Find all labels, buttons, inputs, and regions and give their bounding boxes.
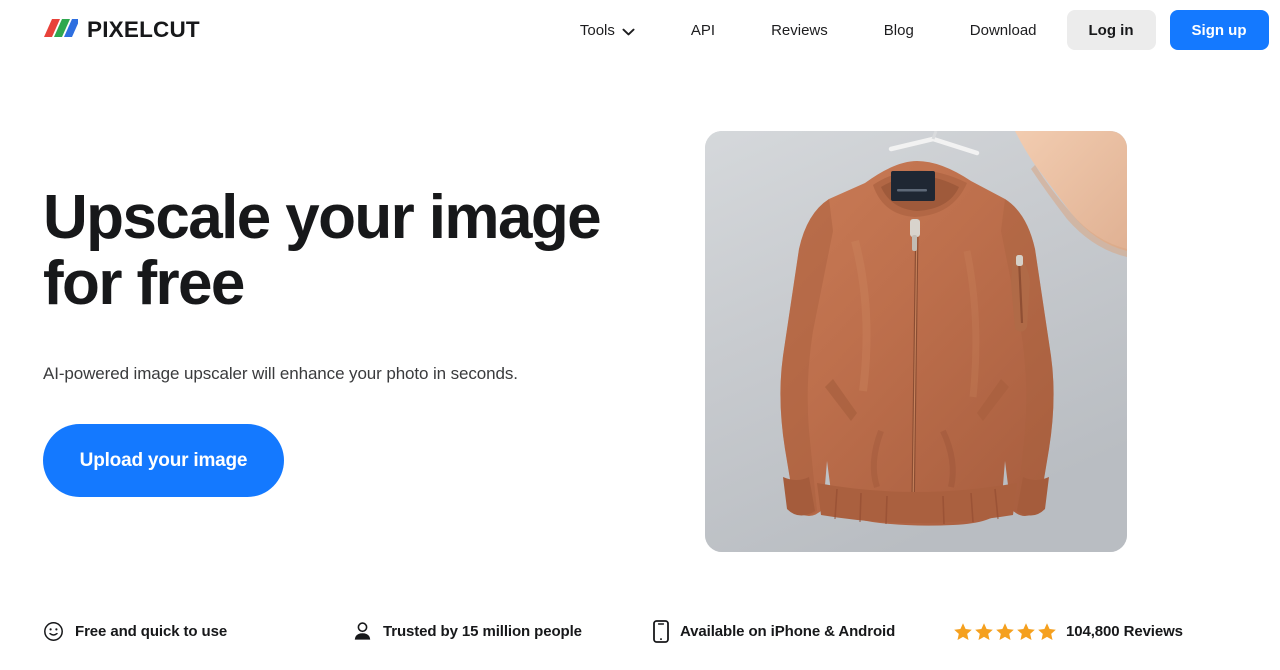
- feature-mobile-availability: Available on iPhone & Android: [653, 620, 953, 643]
- site-header: PIXELCUT Tools API Reviews Blog Download…: [0, 0, 1280, 60]
- feature-mobile-availability-label: Available on iPhone & Android: [680, 623, 896, 640]
- nav-item-blog[interactable]: Blog: [884, 14, 914, 47]
- brand-logo[interactable]: PIXELCUT: [42, 17, 200, 44]
- nav-item-reviews-label: Reviews: [771, 21, 828, 39]
- nav-item-reviews[interactable]: Reviews: [771, 14, 828, 47]
- star-icon-5: [1038, 622, 1056, 640]
- feature-free-and-quick-label: Free and quick to use: [75, 623, 228, 640]
- hero-subtitle: AI-powered image upscaler will enhance y…: [43, 364, 518, 383]
- nav-item-download[interactable]: Download: [970, 14, 1037, 47]
- signup-button[interactable]: Sign up: [1169, 10, 1269, 50]
- reviews-count-label: 104,800 Reviews: [1066, 623, 1183, 640]
- star-rating-icon: [953, 622, 1057, 642]
- feature-free-and-quick: Free and quick to use: [43, 621, 353, 642]
- hero-product-image: [705, 131, 1127, 552]
- hero-title-line-1: Upscale your image: [43, 183, 602, 252]
- star-icon-4: [1017, 622, 1035, 640]
- person-icon: [353, 621, 372, 642]
- nav-item-download-label: Download: [969, 21, 1037, 39]
- nav-item-tools[interactable]: Tools: [580, 13, 635, 48]
- brand-name: PIXELCUT: [87, 16, 200, 42]
- auth-actions: Log in Sign up: [1066, 10, 1269, 50]
- chevron-down-icon: [622, 23, 635, 40]
- pixelcut-upscaler-landing-page: PIXELCUT Tools API Reviews Blog Download…: [0, 0, 1280, 670]
- nav-item-api[interactable]: API: [691, 14, 715, 47]
- feature-trusted-users-label: Trusted by 15 million people: [383, 623, 582, 640]
- nav-item-blog-label: Blog: [883, 21, 914, 39]
- page-title: Upscale your image for free: [43, 185, 623, 317]
- star-icon-3: [996, 622, 1014, 640]
- feature-highlights-row: Free and quick to use Trusted by 15 mill…: [43, 620, 1239, 643]
- mobile-phone-icon: [653, 620, 669, 643]
- upload-image-button[interactable]: Upload your image: [43, 424, 284, 497]
- nav-item-tools-label: Tools: [579, 21, 615, 39]
- login-button[interactable]: Log in: [1066, 10, 1156, 50]
- hero-content: Upscale your image for free AI-powered i…: [43, 185, 623, 497]
- feature-trusted-users: Trusted by 15 million people: [353, 621, 653, 642]
- star-icon-2: [975, 622, 993, 640]
- nav-item-api-label: API: [690, 21, 716, 39]
- star-icon-1: [954, 622, 972, 640]
- smiley-face-icon: [43, 621, 64, 642]
- triple-slash-logo-icon: [42, 17, 80, 44]
- main-navigation: Tools API Reviews Blog Download: [580, 13, 1037, 48]
- hero-title-line-2: for free: [43, 249, 245, 318]
- feature-reviews-rating: 104,800 Reviews: [953, 622, 1183, 642]
